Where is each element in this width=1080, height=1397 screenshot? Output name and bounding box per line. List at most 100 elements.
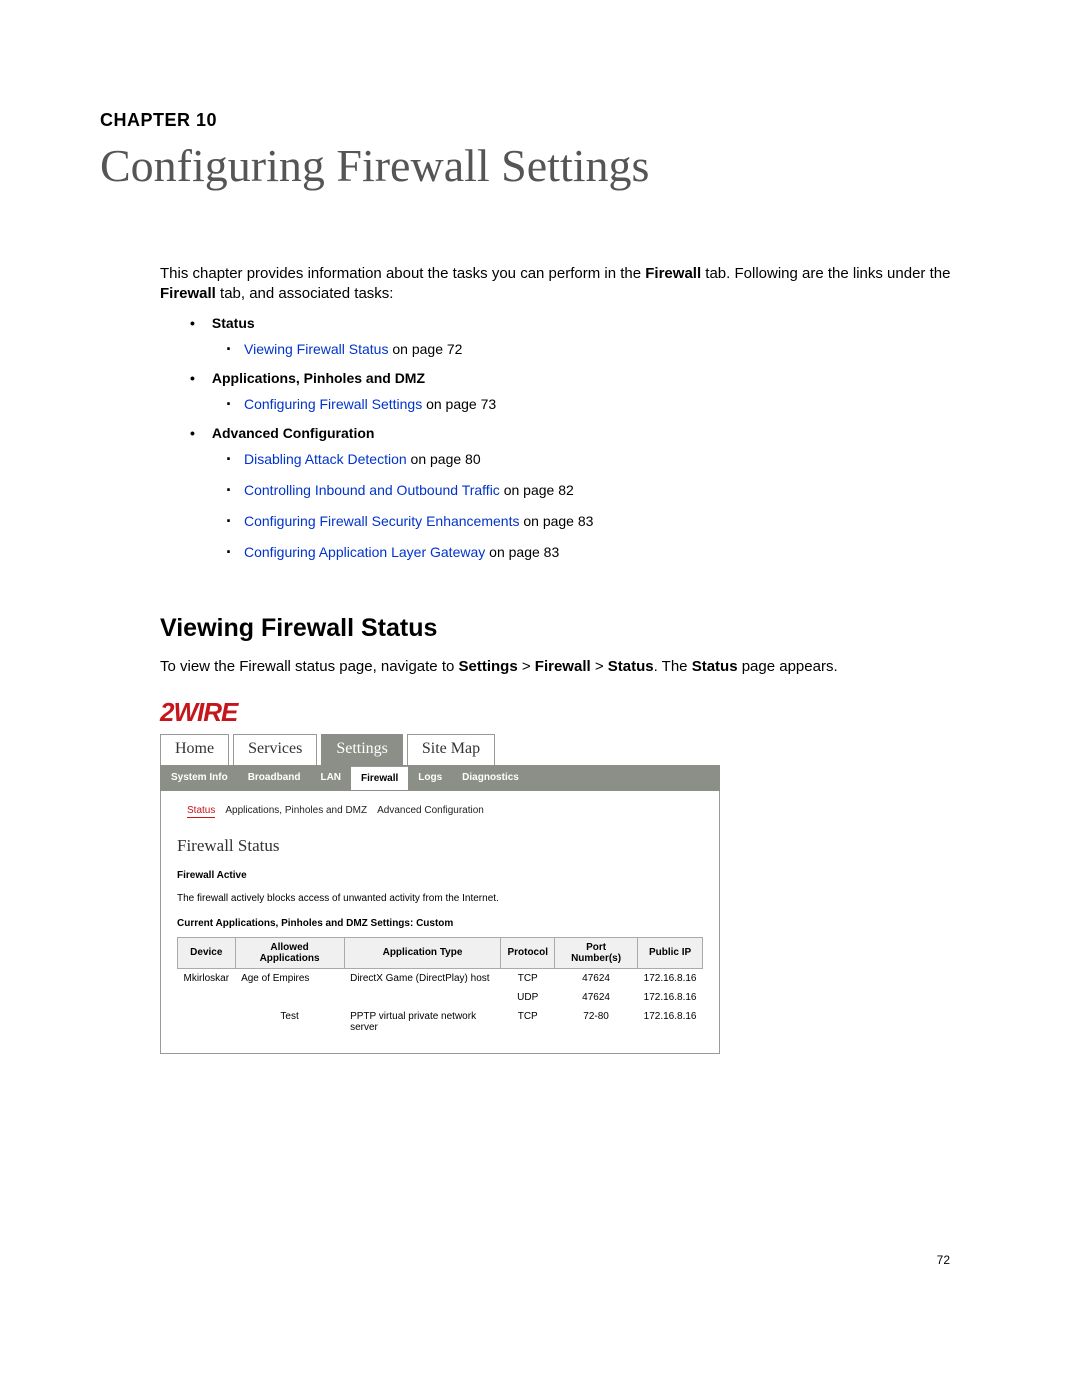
toc-rest: on page 82 [500,482,574,498]
chapter-title: Configuring Firewall Settings [100,139,960,192]
tertiary-advanced[interactable]: Advanced Configuration [377,805,484,818]
toc-link[interactable]: Configuring Firewall Security Enhancemen… [244,513,519,529]
th-port: Port Number(s) [555,937,638,968]
toc-item: Configuring Firewall Security Enhancemen… [226,509,960,534]
tab-sitemap[interactable]: Site Map [407,734,495,765]
cell: UDP [501,988,555,1007]
tab-home[interactable]: Home [160,734,229,765]
intro-text: tab, and associated tasks: [216,285,394,302]
cell: 47624 [555,988,638,1007]
table-header-row: Device Allowed Applications Application … [178,937,703,968]
intro-bold: Firewall [160,285,216,302]
th-protocol: Protocol [501,937,555,968]
tertiary-status[interactable]: Status [187,805,215,818]
toc-sublist: Viewing Firewall Status on page 72 [226,337,960,362]
toc-category-label: Advanced Configuration [212,425,375,441]
section-text: > [591,658,608,675]
table-row: UDP 47624 172.16.8.16 [178,988,703,1007]
intro-paragraph: This chapter provides information about … [160,264,960,305]
section-text: . The [654,658,692,675]
tertiary-apps[interactable]: Applications, Pinholes and DMZ [225,805,367,818]
toc-sublist: Configuring Firewall Settings on page 73 [226,392,960,417]
toc-list: Status Viewing Firewall Status on page 7… [190,315,960,566]
section-text: To view the Firewall status page, naviga… [160,658,459,675]
toc-link[interactable]: Viewing Firewall Status [244,341,388,357]
toc-link[interactable]: Disabling Attack Detection [244,451,407,467]
toc-rest: on page 83 [519,513,593,529]
main-tabs: Home Services Settings Site Map [160,734,720,765]
firewall-desc: The firewall actively blocks access of u… [177,893,703,904]
cell: 172.16.8.16 [638,988,703,1007]
toc-category-label: Applications, Pinholes and DMZ [212,370,425,386]
page-number: 72 [937,1253,950,1267]
cell [178,988,236,1007]
intro-text: This chapter provides information about … [160,265,645,282]
table-row: Mkirloskar Age of Empires DirectX Game (… [178,968,703,988]
intro-bold: Firewall [645,265,701,282]
toc-item: Configuring Application Layer Gateway on… [226,540,960,565]
cell: Age of Empires [235,968,344,988]
subtab-logs[interactable]: Logs [408,766,452,790]
chapter-label: CHAPTER 10 [100,110,960,131]
tab-services[interactable]: Services [233,734,317,765]
th-device: Device [178,937,236,968]
th-allowed: Allowed Applications [235,937,344,968]
cell [344,988,501,1007]
section-bold: Settings [459,658,518,675]
subtab-broadband[interactable]: Broadband [238,766,311,790]
toc-rest: on page 72 [388,341,462,357]
screenshot-panel: 2WIRE Home Services Settings Site Map Sy… [160,695,720,1054]
cell: TCP [501,1007,555,1037]
toc-rest: on page 73 [422,396,496,412]
cell [235,988,344,1007]
section-bold: Firewall [535,658,591,675]
subtab-diagnostics[interactable]: Diagnostics [452,766,529,790]
cell: 172.16.8.16 [638,968,703,988]
toc-item: Controlling Inbound and Outbound Traffic… [226,478,960,503]
toc-rest: on page 80 [407,451,481,467]
th-publicip: Public IP [638,937,703,968]
toc-sublist: Disabling Attack Detection on page 80 Co… [226,447,960,566]
cell: 72-80 [555,1007,638,1037]
toc-link[interactable]: Configuring Application Layer Gateway [244,544,485,560]
section-text: > [518,658,535,675]
section-bold: Status [608,658,654,675]
toc-category: Applications, Pinholes and DMZ Configuri… [190,370,960,417]
toc-link[interactable]: Configuring Firewall Settings [244,396,422,412]
brand-logo: 2WIRE [160,695,720,734]
cell: DirectX Game (DirectPlay) host [344,968,501,988]
subtab-lan[interactable]: LAN [310,766,351,790]
tab-settings[interactable]: Settings [321,734,403,765]
toc-item: Disabling Attack Detection on page 80 [226,447,960,472]
panel-body: Status Applications, Pinholes and DMZ Ad… [160,791,720,1054]
subtab-systeminfo[interactable]: System Info [161,766,238,790]
cell [178,1007,236,1037]
toc-link[interactable]: Controlling Inbound and Outbound Traffic [244,482,500,498]
tertiary-tabs: Status Applications, Pinholes and DMZ Ad… [187,805,703,818]
table-row: Test PPTP virtual private network server… [178,1007,703,1037]
toc-item: Viewing Firewall Status on page 72 [226,337,960,362]
section-bold: Status [692,658,738,675]
cell: Mkirloskar [178,968,236,988]
cell: TCP [501,968,555,988]
toc-category: Status Viewing Firewall Status on page 7… [190,315,960,362]
section-text: page appears. [738,658,838,675]
toc-rest: on page 83 [485,544,559,560]
toc-category: Advanced Configuration Disabling Attack … [190,425,960,566]
toc-item: Configuring Firewall Settings on page 73 [226,392,960,417]
cell: PPTP virtual private network server [344,1007,501,1037]
subtab-firewall[interactable]: Firewall [351,766,408,790]
sub-tabs-bar: System Info Broadband LAN Firewall Logs … [160,765,720,791]
intro-text: tab. Following are the links under the [701,265,950,282]
section-body: To view the Firewall status page, naviga… [160,657,960,677]
firewall-status-title: Firewall Status [177,836,703,856]
cell: Test [235,1007,344,1037]
toc-category-label: Status [212,315,255,331]
th-apptype: Application Type [344,937,501,968]
cell: 172.16.8.16 [638,1007,703,1037]
firewall-table: Device Allowed Applications Application … [177,937,703,1037]
cell: 47624 [555,968,638,988]
section-heading: Viewing Firewall Status [160,614,960,643]
firewall-active-label: Firewall Active [177,870,703,881]
firewall-settings-label: Current Applications, Pinholes and DMZ S… [177,918,703,929]
